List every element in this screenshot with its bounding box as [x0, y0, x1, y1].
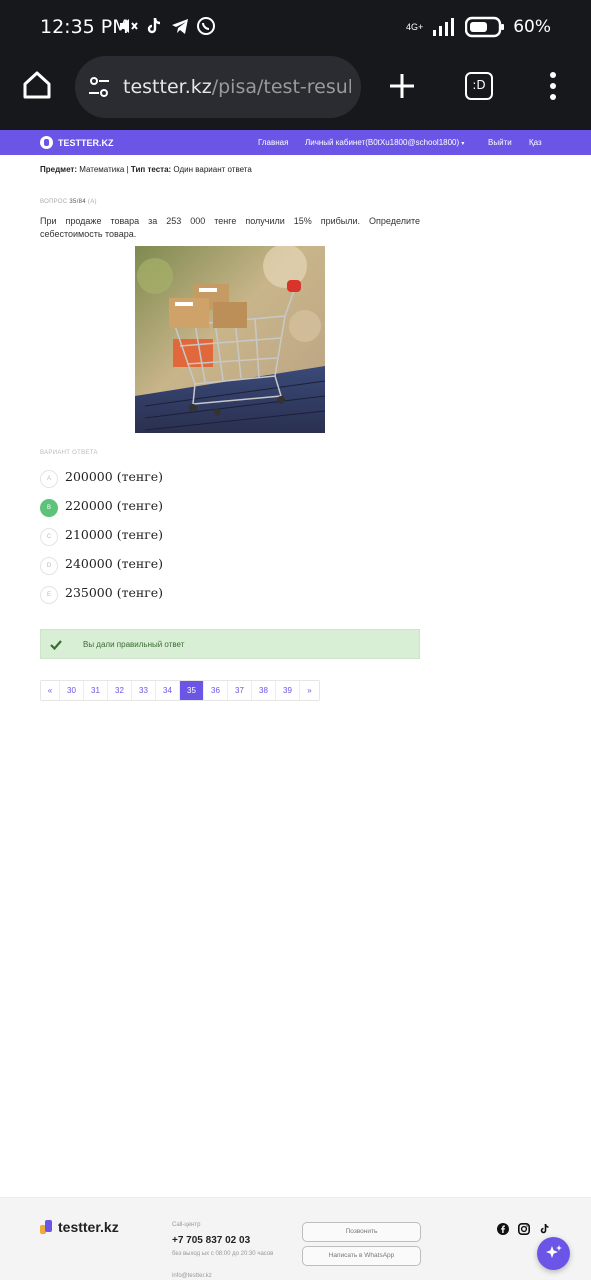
test-meta: Предмет: Математика | Тип теста: Один ва… [40, 165, 252, 174]
answer-text: 235000 (тенге) [65, 585, 164, 600]
site-logo[interactable]: TESTTER.KZ [40, 136, 114, 149]
type-value: Один вариант ответа [173, 165, 252, 174]
answer-option-d[interactable]: D 240000 (тенге) [40, 554, 420, 576]
page-link[interactable]: 38 [252, 681, 276, 700]
check-icon [50, 638, 62, 651]
answer-text: 200000 (тенге) [65, 469, 164, 484]
page-link-active[interactable]: 35 [180, 681, 204, 700]
battery-percent: 60% [513, 17, 551, 37]
result-text: Вы дали правильный ответ [83, 640, 185, 649]
whatsapp-icon [196, 16, 216, 36]
whatsapp-button[interactable]: Написать в WhatsApp [302, 1246, 421, 1266]
logo-text: TESTTER.KZ [58, 137, 114, 148]
call-center-label: Call-центр [172, 1222, 201, 1228]
browser-toolbar: testter.kz/pisa/test-result/s :D [0, 56, 591, 130]
site-header: TESTTER.KZ Главная Личный кабинет(B0tXu1… [0, 130, 591, 155]
tabs-button[interactable]: :D [465, 72, 493, 100]
page-link[interactable]: 39 [276, 681, 300, 700]
facebook-icon[interactable] [497, 1222, 509, 1235]
page-link[interactable]: 30 [60, 681, 84, 700]
assistant-fab[interactable] [537, 1237, 570, 1270]
logo-icon [40, 1219, 54, 1235]
status-bar: 12:35 PM 4G+ 60% [0, 0, 591, 56]
subject-value: Математика [79, 165, 125, 174]
answer-letter: A [40, 470, 58, 488]
url-host: testter.kz [123, 76, 212, 98]
call-button[interactable]: Позвонить [302, 1222, 421, 1242]
plus-icon [390, 74, 414, 98]
nav-home[interactable]: Главная [258, 138, 288, 147]
url-text[interactable]: testter.kz/pisa/test-result/s [123, 76, 351, 98]
answer-letter: B [40, 499, 58, 517]
page-link[interactable]: 33 [132, 681, 156, 700]
answer-text: 240000 (тенге) [65, 556, 164, 571]
question-label: ВОПРОС 35/84 (A) [40, 199, 97, 205]
page-prev[interactable]: « [41, 681, 60, 700]
sparkle-icon [546, 1245, 562, 1258]
footer-logo[interactable]: testter.kz [40, 1219, 119, 1235]
telegram-icon [170, 16, 190, 36]
nav-logout[interactable]: Выйти [488, 138, 512, 147]
instagram-icon[interactable] [518, 1222, 530, 1235]
browser-menu-button[interactable] [548, 70, 558, 102]
network-indicator: 4G+ [405, 21, 424, 32]
home-button[interactable] [22, 70, 52, 100]
answer-option-c[interactable]: C 210000 (тенге) [40, 525, 420, 547]
answers-label: ВАРИАНТ ОТВЕТА [40, 450, 98, 456]
answer-text: 210000 (тенге) [65, 527, 164, 542]
result-alert: Вы дали правильный ответ [40, 629, 420, 659]
answer-letter: C [40, 528, 58, 546]
phone-number[interactable]: +7 705 837 02 03 [172, 1235, 250, 1246]
answer-option-e[interactable]: E 235000 (тенге) [40, 583, 420, 605]
battery-icon [465, 16, 505, 38]
meta-separator: | [126, 165, 129, 174]
tiktok-icon [144, 16, 164, 36]
volume-x-icon [118, 16, 138, 36]
logo-icon [40, 136, 53, 149]
home-icon [23, 71, 51, 99]
working-hours: без выход ых с 08:00 до 20:30 часов [172, 1251, 274, 1257]
signal-icon [433, 18, 455, 36]
answer-option-b[interactable]: B 220000 (тенге) [40, 496, 420, 518]
answer-option-a[interactable]: A 200000 (тенге) [40, 467, 420, 489]
tiktok-icon[interactable] [539, 1222, 551, 1234]
new-tab-button[interactable] [386, 70, 418, 102]
question-image [135, 246, 325, 433]
question-text: При продаже товара за 253 000 тенге полу… [40, 216, 420, 239]
page-link[interactable]: 31 [84, 681, 108, 700]
caret-down-icon: ▾ [461, 141, 465, 147]
subject-label: Предмет: [40, 165, 78, 174]
answer-text: 220000 (тенге) [65, 498, 164, 513]
type-label: Тип теста: [130, 165, 172, 174]
site-footer: testter.kz Call-центр +7 705 837 02 03 б… [0, 1197, 591, 1280]
nav-lang[interactable]: Қаз [529, 138, 542, 147]
answer-letter: D [40, 557, 58, 575]
footer-email[interactable]: info@testter.kz [172, 1273, 212, 1279]
more-vert-icon [550, 72, 556, 100]
status-notification-icons [118, 16, 216, 36]
nav-cabinet-label: Личный кабинет(B0tXu1800@school1800) [305, 138, 460, 147]
footer-logo-text: testter.kz [58, 1219, 119, 1235]
page-link[interactable]: 37 [228, 681, 252, 700]
question-suffix: (A) [87, 199, 97, 205]
site-settings-icon[interactable] [87, 75, 111, 99]
url-bar[interactable]: testter.kz/pisa/test-result/s [75, 56, 361, 118]
answer-letter: E [40, 586, 58, 604]
question-number: 35/84 [69, 199, 86, 205]
page-link[interactable]: 36 [204, 681, 228, 700]
question-label-text: ВОПРОС [40, 199, 68, 205]
page-link[interactable]: 34 [156, 681, 180, 700]
status-right: 4G+ 60% [406, 16, 551, 38]
status-time: 12:35 PM [40, 16, 129, 38]
pagination: « 30 31 32 33 34 35 36 37 38 39 » [40, 680, 320, 701]
url-path: /pisa/test-result/s [211, 76, 351, 98]
page-next[interactable]: » [300, 681, 319, 700]
nav-cabinet[interactable]: Личный кабинет(B0tXu1800@school1800) ▾ [305, 138, 464, 147]
page-link[interactable]: 32 [108, 681, 132, 700]
